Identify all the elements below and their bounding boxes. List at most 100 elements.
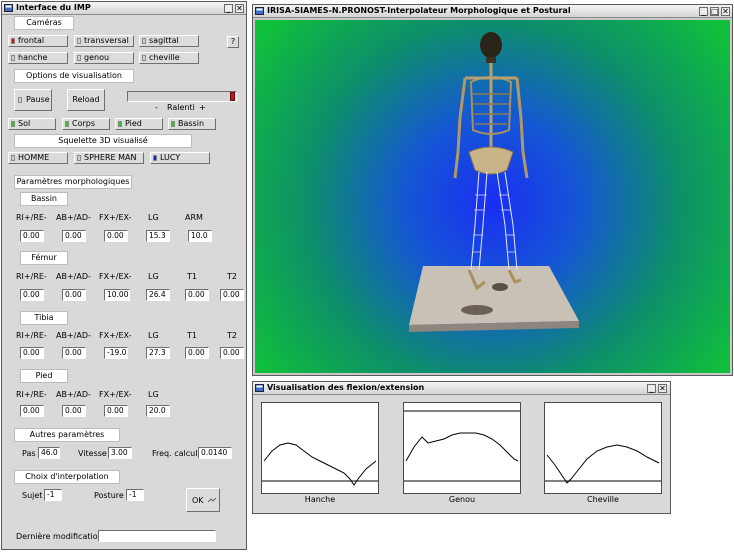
close-button[interactable]: ✕ [658,384,667,393]
window-title: Visualisation des flexion/extension [267,383,425,392]
cheville-curve [545,444,661,484]
tibia-ab-field[interactable]: 0.00 [62,347,86,359]
active-indicator [11,121,15,127]
toggle-pied[interactable]: Pied [115,118,163,130]
minimize-button[interactable]: _ [224,4,233,13]
options-section-label: Options de visualisation [14,69,134,83]
pas-field[interactable]: 46.0 [38,447,60,459]
title-bar[interactable]: Visualisation des flexion/extension _ ✕ [253,382,670,395]
skeleton-scene-image [409,32,579,332]
bassin-header-ri: RI+/RE- [16,213,47,222]
femur-lg-field[interactable]: 26.4 [146,289,170,301]
reload-button[interactable]: Reload [67,89,105,111]
camera-frontal-toggle[interactable]: frontal [8,35,68,47]
bassin-lg-field[interactable]: 15.3 [146,230,170,242]
cheville-caption: Cheville [587,495,619,504]
pause-button[interactable]: Pause [14,89,52,111]
maximize-button[interactable]: □ [710,7,719,16]
last-mod-label: Dernière modification [16,532,103,541]
bassin-fx-field[interactable]: 0.00 [104,230,128,242]
last-mod-field[interactable] [98,530,216,542]
skeleton-homme-toggle[interactable]: HOMME [8,152,68,164]
camera-sagittal-toggle[interactable]: sagittal [139,35,199,47]
femur-ri-field[interactable]: 0.00 [20,289,44,301]
genou-graph [403,402,521,494]
pied-fx-field[interactable]: 0.00 [104,405,128,417]
window-title: Interface du IMP [16,3,91,12]
vitesse-label: Vitesse [78,449,107,458]
tibia-section-label: Tibia [20,311,68,325]
hanche-caption: Hanche [304,495,336,504]
window-menu-icon[interactable] [4,4,13,12]
3d-viewport[interactable] [255,20,730,373]
window-title: IRISA-SIAMES-N.PRONOST-Interpolateur Mor… [267,6,571,15]
sujet-field[interactable]: -1 [44,489,62,501]
camera-hanche-toggle[interactable]: hanche [8,52,68,64]
bassin-ri-field[interactable]: 0.00 [20,230,44,242]
femur-header-ri: RI+/RE- [16,272,47,281]
pied-ri-field[interactable]: 0.00 [20,405,44,417]
camera-cheville-toggle[interactable]: cheville [139,52,199,64]
tibia-lg-field[interactable]: 27.3 [146,347,170,359]
sujet-label: Sujet [22,491,43,500]
skeleton-sphereman-toggle[interactable]: SPHERE MAN [74,152,144,164]
tibia-t1-field[interactable]: 0.00 [185,347,209,359]
bassin-ab-field[interactable]: 0.00 [62,230,86,242]
genou-caption: Genou [448,495,476,504]
toggle-bassin[interactable]: Bassin [168,118,216,130]
femur-ab-field[interactable]: 0.00 [62,289,86,301]
bassin-header-arm: ARM [185,213,203,222]
pied-lg-field[interactable]: 20.0 [146,405,170,417]
toggle-sol[interactable]: Sol [8,118,56,130]
minimize-button[interactable]: _ [647,384,656,393]
camera-transversal-toggle[interactable]: transversal [74,35,134,47]
hanche-graph [261,402,379,494]
ok-button[interactable]: OK [186,488,220,512]
camera-label: cheville [149,53,180,62]
femur-fx-field[interactable]: 10.00 [104,289,130,301]
pied-header-ri: RI+/RE- [16,390,47,399]
close-button[interactable]: ✕ [721,7,730,16]
title-bar[interactable]: IRISA-SIAMES-N.PRONOST-Interpolateur Mor… [253,5,732,18]
tibia-header-fx: FX+/EX- [99,331,132,340]
tibia-header-t1: T1 [187,331,197,340]
camera-genou-toggle[interactable]: genou [74,52,134,64]
freq-field[interactable]: 0.0140 [198,447,232,459]
vitesse-field[interactable]: 3.00 [108,447,132,459]
indicator [11,155,15,161]
bassin-header-lg: LG [148,213,159,222]
title-bar[interactable]: Interface du IMP _ ✕ [2,2,246,15]
tibia-fx-field[interactable]: -19.0 [104,347,128,359]
pied-section-label: Pied [20,369,68,383]
femur-t2-field[interactable]: 0.00 [220,289,244,301]
pied-ab-field[interactable]: 0.00 [62,405,86,417]
skeleton-lucy-toggle[interactable]: LUCY [150,152,210,164]
posture-field[interactable]: -1 [126,489,144,501]
slow-slider-track[interactable] [127,91,237,102]
tibia-t2-field[interactable]: 0.00 [220,347,244,359]
window-menu-icon[interactable] [255,384,264,392]
bassin-arm-field[interactable]: 10.0 [188,230,212,242]
freq-label: Freq. calcul [152,449,198,458]
viewer-window: IRISA-SIAMES-N.PRONOST-Interpolateur Mor… [252,4,733,376]
tibia-header-t2: T2 [227,331,237,340]
camera-label: genou [84,53,110,62]
toggle-corps[interactable]: Corps [62,118,110,130]
close-button[interactable]: ✕ [235,4,244,13]
femur-header-fx: FX+/EX- [99,272,132,281]
tibia-ri-field[interactable]: 0.00 [20,347,44,359]
imp-interface-window: Interface du IMP _ ✕ Caméras frontal tra… [1,1,247,550]
slow-plus-label: + [199,103,206,112]
active-indicator [118,121,122,127]
slow-slider-thumb[interactable] [230,92,235,101]
femur-header-ab: AB+/AD- [56,272,91,281]
window-menu-icon[interactable] [255,7,264,15]
femur-t1-field[interactable]: 0.00 [185,289,209,301]
help-button[interactable]: ? [227,36,239,48]
minimize-button[interactable]: _ [699,7,708,16]
skeleton-label: LUCY [160,153,181,162]
indicator [18,97,22,103]
active-indicator [65,121,69,127]
genou-curve [404,410,520,482]
interp-section-label: Choix d'interpolation [14,470,120,484]
